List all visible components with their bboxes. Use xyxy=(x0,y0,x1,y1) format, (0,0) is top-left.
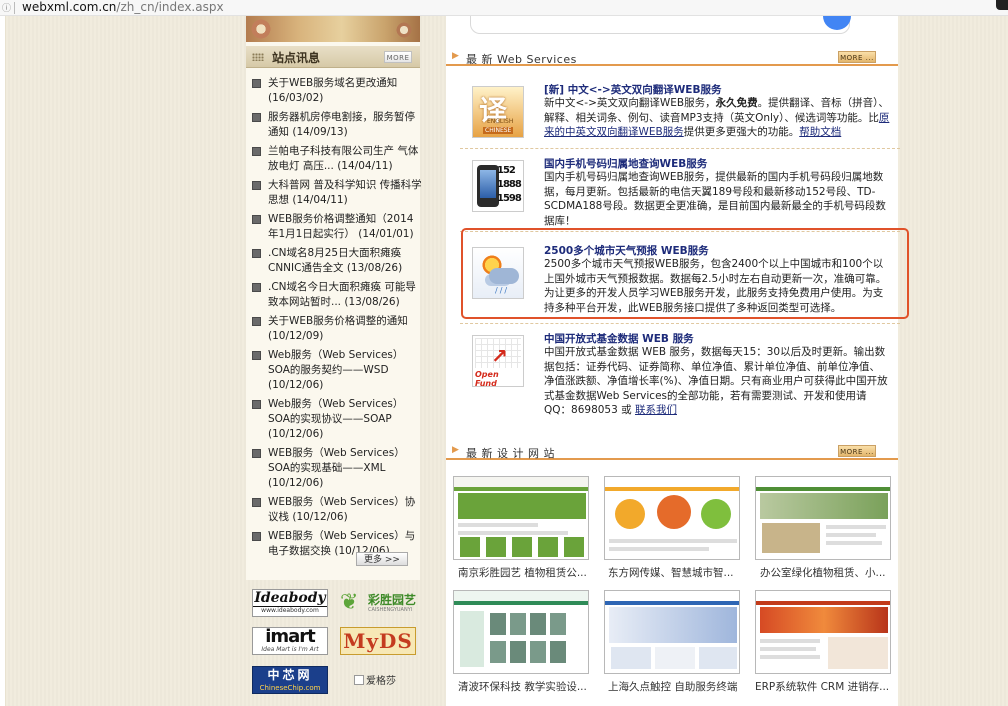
news-item[interactable]: .CN域名8月25日大面积瘫痪 CNNIC通告全文 (13/08/26) xyxy=(250,246,422,276)
site-caption[interactable]: ERP系统软件 CRM 进销存... xyxy=(755,679,895,694)
myds-logo[interactable]: MyDS xyxy=(340,627,416,655)
imart-logo-text: imart xyxy=(265,627,316,647)
news-item[interactable]: 关于WEB服务域名更改通知 (16/03/02) xyxy=(250,76,422,106)
site-thumbnail[interactable] xyxy=(755,476,891,560)
design-section-header: ▶ 最 新 设 计 网 站 xyxy=(446,444,898,460)
fund-chart-icon[interactable]: ↗ Open Fund xyxy=(472,335,524,387)
news-item[interactable]: WEB服务（Web Services）SOA的实现基础——XML (10/12/… xyxy=(250,446,422,491)
caisheng-logo-text: 彩胜园艺 xyxy=(368,593,416,607)
flower-decoration-icon xyxy=(396,22,412,38)
translate-icon[interactable]: 译 ENGLISH CHINESE xyxy=(472,86,524,138)
site-thumbnail[interactable] xyxy=(755,590,891,674)
dots-icon xyxy=(252,53,264,61)
browser-address-bar[interactable]: ⓘ webxml.com.cn/zh_cn/index.aspx xyxy=(0,0,1008,16)
site-thumbnail[interactable] xyxy=(604,476,740,560)
ws-item-fund: ↗ Open Fund 中国开放式基金数据 WEB 服务 中国开放式基金数据 W… xyxy=(460,331,900,417)
leaf-icon: ❦ xyxy=(340,590,359,615)
ws-item-title[interactable]: 中国开放式基金数据 WEB 服务 xyxy=(544,331,694,346)
site-thumbnail[interactable] xyxy=(453,590,589,674)
mobile-phone-icon[interactable]: 152 1888 1598 xyxy=(472,160,524,212)
caisheng-logo[interactable]: ❦ 彩胜园艺 CAISHENGYUANYI xyxy=(340,589,416,617)
news-more-link[interactable]: 更多 >> xyxy=(356,552,408,566)
news-item[interactable]: 兰帕电子科技有限公司生产 气体放电灯 高压... (14/04/11) xyxy=(250,144,422,174)
chinesechip-logo[interactable]: 中芯网 ChineseChip.com xyxy=(252,666,328,694)
left-edge-strip xyxy=(0,16,6,706)
arrow-right-icon: ▶ xyxy=(452,445,459,455)
site-caption[interactable]: 清波环保科技 教学实验设... xyxy=(458,679,598,694)
news-item[interactable]: Web服务（Web Services）SOA的服务契约——WSD (10/12/… xyxy=(250,348,422,393)
top-search-widget[interactable] xyxy=(470,16,851,34)
search-button[interactable] xyxy=(823,16,851,30)
arrow-right-icon: ▶ xyxy=(452,51,459,61)
ideabody-logo-text: Ideabody xyxy=(254,590,326,606)
news-more-button[interactable]: MORE xyxy=(384,51,412,63)
ws-more-button[interactable]: MORE ... xyxy=(838,51,876,63)
myds-logo-text: MyDS xyxy=(343,629,413,653)
left-banner-image xyxy=(246,16,420,42)
dotted-divider xyxy=(460,323,900,324)
news-item[interactable]: .CN域名今日大面积瘫痪 可能导致本网站暂时... (13/08/26) xyxy=(250,280,422,310)
imart-logo[interactable]: imart Idea Mart is I'm Art xyxy=(252,627,328,655)
site-caption[interactable]: 办公室绿化植物租赁、小... xyxy=(760,565,900,580)
url-text[interactable]: webxml.com.cn/zh_cn/index.aspx xyxy=(22,0,224,14)
site-caption[interactable]: 东方网传媒、智慧城市智... xyxy=(608,565,748,580)
aigesha-logo[interactable]: 爱格莎 xyxy=(354,672,424,690)
design-section-title: 最 新 设 计 网 站 xyxy=(466,447,555,460)
ws-item-mobile: 152 1888 1598 国内手机号码归属地查询WEB服务 国内手机号码归属地… xyxy=(460,156,900,227)
caisheng-logo-sub: CAISHENGYUANYI xyxy=(368,607,413,613)
news-item[interactable]: WEB服务（Web Services）协议栈 (10/12/06) xyxy=(250,495,422,525)
chinesechip-logo-sub: ChineseChip.com xyxy=(259,684,321,692)
broken-image-icon xyxy=(354,674,364,685)
news-item[interactable]: 关于WEB服务价格调整的通知 (10/12/09) xyxy=(250,314,422,344)
info-icon[interactable]: ⓘ xyxy=(2,1,11,14)
news-item[interactable]: 大科普网 普及科学知识 传播科学思想 (14/04/11) xyxy=(250,178,422,208)
dotted-divider xyxy=(460,148,900,149)
ws-item-translate: 译 ENGLISH CHINESE [新] 中文<->英文双向翻译WEB服务 新… xyxy=(460,82,900,142)
highlight-annotation-box xyxy=(461,228,909,319)
chinesechip-logo-text: 中芯网 xyxy=(267,668,313,682)
site-caption[interactable]: 上海久点触控 自助服务终端 xyxy=(608,679,748,694)
ws-help-doc-link[interactable]: 帮助文档 xyxy=(799,126,841,138)
aigesha-logo-alt: 爱格莎 xyxy=(366,676,396,687)
ws-section-header: ▶ 最 新 Web Services xyxy=(446,50,898,66)
news-item[interactable]: 服务器机房停电割接，服务暂停通知 (14/09/13) xyxy=(250,110,422,140)
news-list: 关于WEB服务域名更改通知 (16/03/02) 服务器机房停电割接，服务暂停通… xyxy=(250,76,422,563)
news-item[interactable]: WEB服务价格调整通知（2014年1月1日起实行） (14/01/01) xyxy=(250,212,422,242)
ideabody-logo-sub: www.ideabody.com xyxy=(253,606,327,614)
news-section-title: 站点讯息 xyxy=(272,51,321,65)
ws-item-title[interactable]: [新] 中文<->英文双向翻译WEB服务 xyxy=(544,82,721,97)
news-item[interactable]: Web服务（Web Services）SOA的实现协议——SOAP (10/12… xyxy=(250,397,422,442)
flower-decoration-icon xyxy=(250,18,272,40)
ideabody-logo[interactable]: Ideabody www.ideabody.com xyxy=(252,589,328,617)
site-thumbnail[interactable] xyxy=(453,476,589,560)
extension-icon[interactable] xyxy=(996,0,1008,10)
ws-item-description: 国内手机号码归属地查询WEB服务，提供最新的国内手机号码段归属地数据，每月更新。… xyxy=(544,171,886,227)
imart-logo-sub: Idea Mart is I'm Art xyxy=(261,646,319,653)
site-caption[interactable]: 南京彩胜园艺 植物租赁公... xyxy=(458,565,598,580)
address-separator xyxy=(14,2,15,14)
ws-section-title: 最 新 Web Services xyxy=(466,53,577,66)
contact-us-link[interactable]: 联系我们 xyxy=(635,404,677,416)
ws-item-description: 新中文<->英文双向翻译WEB服务，永久免费。提供翻译、音标（拼音）、解释、相关… xyxy=(544,97,890,138)
site-thumbnail[interactable] xyxy=(604,590,740,674)
ws-item-title[interactable]: 国内手机号码归属地查询WEB服务 xyxy=(544,156,707,171)
ws-item-description: 中国开放式基金数据 WEB 服务，数据每天15：30以后及时更新。输出数据包括：… xyxy=(544,346,888,416)
design-more-button[interactable]: MORE ... xyxy=(838,445,876,457)
